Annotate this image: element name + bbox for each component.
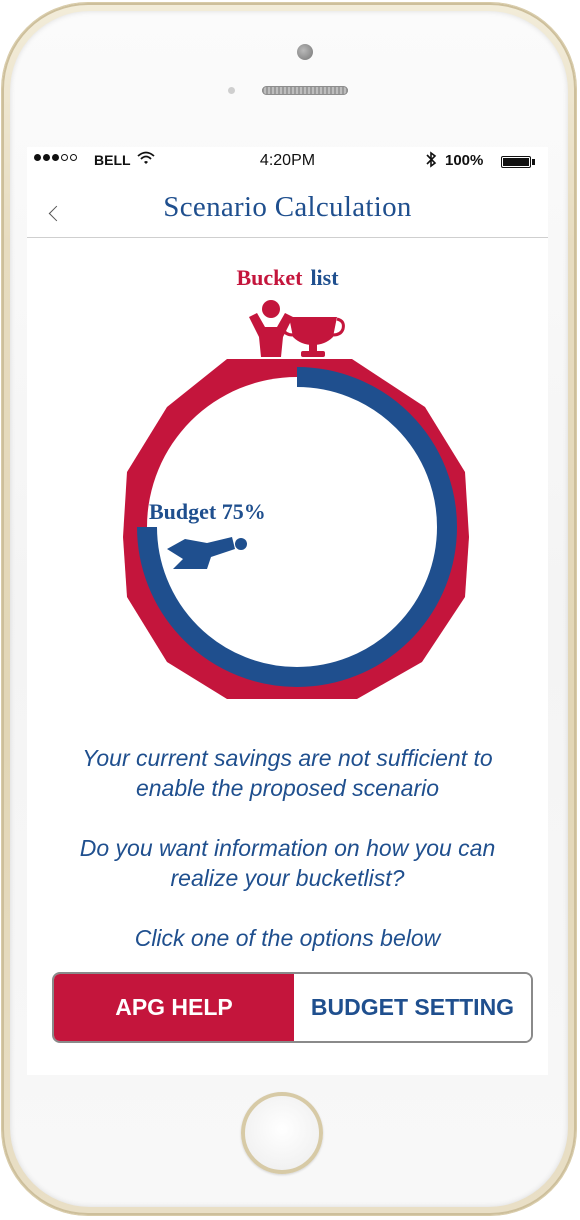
battery-percentage: 100% bbox=[445, 152, 484, 169]
proximity-sensor bbox=[228, 87, 235, 94]
page-title: Scenario Calculation bbox=[163, 191, 412, 223]
information-question: Do you want information on how you can r… bbox=[27, 833, 548, 893]
home-button[interactable] bbox=[241, 1092, 323, 1174]
budget-setting-button[interactable]: BUDGET SETTING bbox=[294, 974, 531, 1041]
app-screen: BELL 4:20PM 100% Scenario Calculation Bu… bbox=[27, 147, 548, 1075]
message-line: Do you want information on how you can bbox=[79, 835, 496, 861]
battery-icon bbox=[501, 156, 531, 168]
budget-percent-label: Budget 75% bbox=[149, 499, 266, 524]
bluetooth-icon bbox=[425, 151, 437, 172]
message-line: enable the proposed scenario bbox=[135, 775, 440, 801]
budget-progress-graphic bbox=[123, 300, 469, 699]
status-bar: BELL 4:20PM 100% bbox=[27, 147, 548, 175]
trophy-icon bbox=[281, 317, 345, 357]
options-instruction: Click one of the options below bbox=[134, 925, 441, 951]
earpiece-speaker bbox=[262, 86, 348, 95]
battery-tip bbox=[532, 159, 535, 165]
front-camera bbox=[297, 44, 313, 60]
message-line: realize your bucketlist? bbox=[170, 865, 405, 891]
options-segmented-control: APG HELP BUDGET SETTING bbox=[52, 972, 533, 1043]
apg-help-button[interactable]: APG HELP bbox=[54, 974, 294, 1041]
person-cheering-icon bbox=[249, 300, 293, 357]
message-line: Your current savings are not sufficient … bbox=[82, 745, 493, 771]
navigation-bar: Scenario Calculation bbox=[27, 175, 548, 238]
insufficient-savings-message: Your current savings are not sufficient … bbox=[27, 743, 548, 803]
